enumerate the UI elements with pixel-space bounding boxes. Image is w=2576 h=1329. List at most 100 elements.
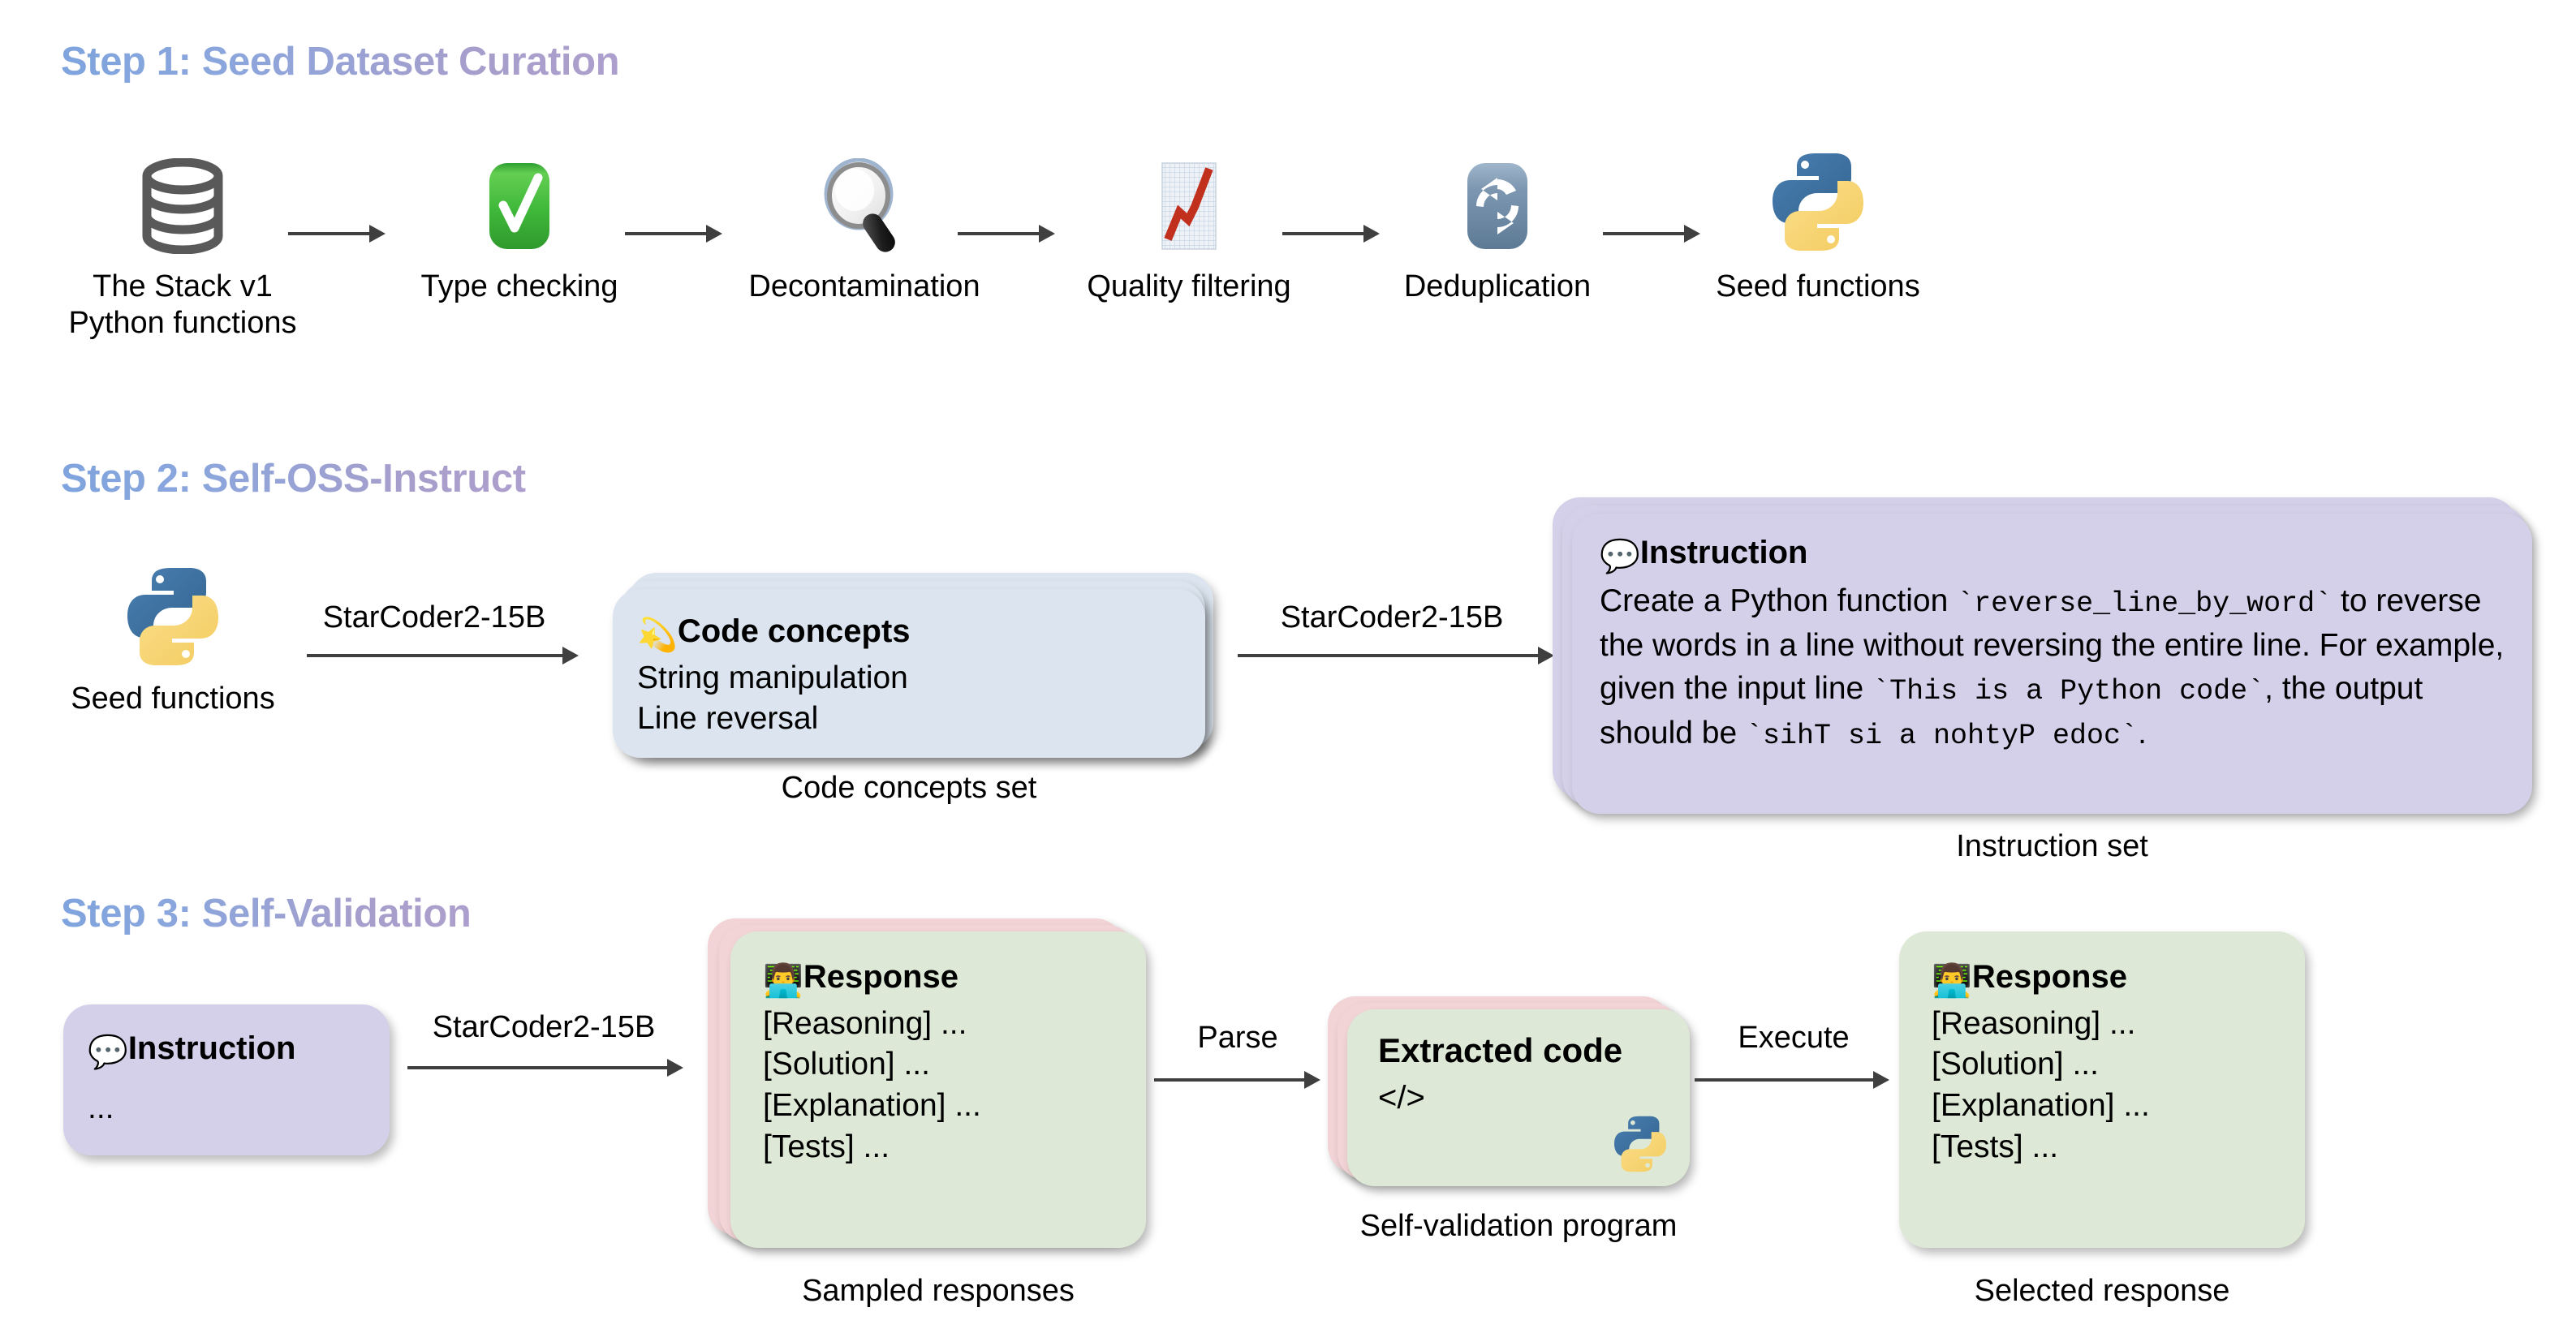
arrow-shaft xyxy=(1282,232,1364,235)
selected-response-title: Response xyxy=(1971,959,2127,995)
code-concepts-card[interactable]: 💫Code concepts String manipulation Line … xyxy=(613,589,1205,758)
pipeline-caption: Decontamination xyxy=(748,269,980,303)
instruction-text-span: . xyxy=(2138,716,2147,751)
sampled-responses-caption: Sampled responses xyxy=(802,1274,1075,1308)
speech-balloon-icon: 💬 xyxy=(88,1033,128,1071)
sampled-response-line: [Tests] ... xyxy=(763,1129,890,1164)
code-concepts-card-body: 💫Code concepts String manipulation Line … xyxy=(613,589,1205,758)
arrow-shaft xyxy=(1238,654,1539,657)
step2-seed-functions: Seed functions xyxy=(55,564,291,717)
green-check-icon xyxy=(406,158,633,254)
step3-model-arrow-label: StarCoder2-15B xyxy=(432,1010,656,1044)
arrow-head xyxy=(369,225,386,243)
pipeline-item-seed-functions: Seed functions xyxy=(1700,150,1936,305)
code-brackets-glyph: </> xyxy=(1378,1079,1425,1116)
pipeline-caption: The Stack v1 Python functions xyxy=(68,269,297,340)
instruction-card-body: 💬Instruction Create a Python function `r… xyxy=(1572,514,2532,814)
instruction-card[interactable]: 💬Instruction Create a Python function `r… xyxy=(1572,514,2532,814)
arrow-shaft xyxy=(1695,1078,1874,1082)
arrow-shaft xyxy=(288,232,370,235)
arrow-head xyxy=(667,1059,683,1077)
arrow-shaft xyxy=(625,232,707,235)
technologist-icon: 👨‍💻 xyxy=(763,961,803,1000)
step-3-heading: Step 3: Self-Validation xyxy=(61,892,472,935)
step3-instruction-card[interactable]: 💬Instruction ... xyxy=(63,1004,390,1155)
arrow-shaft xyxy=(1154,1078,1305,1082)
step3-model-arrow xyxy=(407,1057,683,1078)
code-concepts-set-caption: Code concepts set xyxy=(781,771,1037,805)
pipeline-arrow-5 xyxy=(1603,223,1700,244)
arrow-head xyxy=(562,647,579,664)
code-concepts-title: Code concepts xyxy=(677,613,911,649)
step2-arrow-2 xyxy=(1238,645,1554,666)
pipeline-caption: Seed functions xyxy=(1716,269,1920,303)
database-icon xyxy=(53,158,312,254)
python-logo-icon xyxy=(1700,150,1936,254)
instruction-body-text: Create a Python function `reverse_line_b… xyxy=(1600,579,2505,756)
sampled-response-line: [Reasoning] ... xyxy=(763,1005,967,1041)
selected-response-card[interactable]: 👨‍💻Response [Reasoning] ... [Solution] .… xyxy=(1899,931,2305,1248)
instruction-code-span: `This is a Python code` xyxy=(1872,675,2265,708)
pipeline-caption: Deduplication xyxy=(1403,269,1592,303)
pipeline-caption: Quality filtering xyxy=(1087,269,1291,303)
selected-response-title-row: 👨‍💻Response xyxy=(1932,956,2272,1002)
instruction-code-span: `sihT si a nohtyP edoc` xyxy=(1745,720,2139,753)
dizzy-star-icon: 💫 xyxy=(637,616,678,654)
sampled-response-line: [Solution] ... xyxy=(763,1047,930,1082)
instruction-set-caption: Instruction set xyxy=(1956,829,2148,863)
speech-balloon-icon: 💬 xyxy=(1600,537,1640,575)
arrow-head xyxy=(1538,647,1554,664)
step2-arrow-2-label: StarCoder2-15B xyxy=(1280,600,1504,634)
pipeline-arrow-1 xyxy=(288,223,386,244)
parse-arrow xyxy=(1154,1069,1320,1090)
step2-seed-functions-caption: Seed functions xyxy=(71,682,275,716)
python-logo-icon xyxy=(55,564,291,669)
arrow-head xyxy=(1873,1071,1889,1089)
instruction-code-span: `reverse_line_by_word` xyxy=(1957,587,2333,620)
step-2-heading: Step 2: Self-OSS-Instruct xyxy=(61,457,526,501)
step3-instruction-body: 💬Instruction ... xyxy=(63,1004,390,1155)
execute-arrow-label: Execute xyxy=(1738,1021,1850,1055)
technologist-icon: 👨‍💻 xyxy=(1932,961,1972,1000)
pipeline-item-deduplication: Deduplication xyxy=(1380,158,1615,305)
arrow-head xyxy=(1684,225,1700,243)
instruction-title-row: 💬Instruction xyxy=(1600,531,2505,578)
extracted-code-title: Extracted code xyxy=(1378,1031,1623,1069)
step-1-heading: Step 1: Seed Dataset Curation xyxy=(61,40,620,84)
sampled-response-card[interactable]: 👨‍💻Response [Reasoning] ... [Solution] .… xyxy=(730,931,1146,1248)
arrow-shaft xyxy=(1603,232,1685,235)
arrow-shaft xyxy=(958,232,1040,235)
selected-response-line: [Tests] ... xyxy=(1932,1129,2059,1164)
step3-instruction-title-row: 💬Instruction xyxy=(88,1027,365,1073)
sampled-response-body: 👨‍💻Response [Reasoning] ... [Solution] .… xyxy=(730,931,1146,1248)
code-concepts-line: Line reversal xyxy=(637,701,819,737)
pipeline-arrow-2 xyxy=(625,223,722,244)
arrow-head xyxy=(1363,225,1380,243)
step3-instruction-title: Instruction xyxy=(127,1030,296,1066)
selected-response-body: 👨‍💻Response [Reasoning] ... [Solution] .… xyxy=(1899,931,2305,1248)
step2-arrow-1-label: StarCoder2-15B xyxy=(322,600,546,634)
parse-arrow-label: Parse xyxy=(1197,1021,1278,1055)
selected-response-line: [Explanation] ... xyxy=(1932,1088,2150,1124)
selected-response-caption: Selected response xyxy=(1974,1274,2230,1308)
arrow-shaft xyxy=(407,1066,668,1069)
pipeline-arrow-3 xyxy=(958,223,1055,244)
sampled-response-title-row: 👨‍💻Response xyxy=(763,956,1114,1002)
step3-instruction-ellipsis: ... xyxy=(88,1090,114,1125)
arrow-shaft xyxy=(307,654,563,657)
extracted-code-card[interactable]: Extracted code </> xyxy=(1347,1009,1690,1186)
instruction-text-span: Create a Python function xyxy=(1600,583,1958,618)
code-concepts-line: String manipulation xyxy=(637,660,908,695)
code-concepts-title-row: 💫Code concepts xyxy=(637,610,1181,656)
self-validation-program-caption: Self-validation program xyxy=(1359,1209,1678,1243)
selected-response-line: [Reasoning] ... xyxy=(1932,1005,2136,1041)
selected-response-line: [Solution] ... xyxy=(1932,1047,2099,1082)
instruction-title: Instruction xyxy=(1639,535,1808,570)
pipeline-item-the-stack: The Stack v1 Python functions xyxy=(53,158,312,342)
pipeline-item-type-checking: Type checking xyxy=(406,158,633,305)
refresh-sync-icon xyxy=(1380,158,1615,254)
arrow-head xyxy=(1304,1071,1320,1089)
arrow-head xyxy=(706,225,722,243)
sampled-response-line: [Explanation] ... xyxy=(763,1088,981,1124)
execute-arrow xyxy=(1695,1069,1889,1090)
